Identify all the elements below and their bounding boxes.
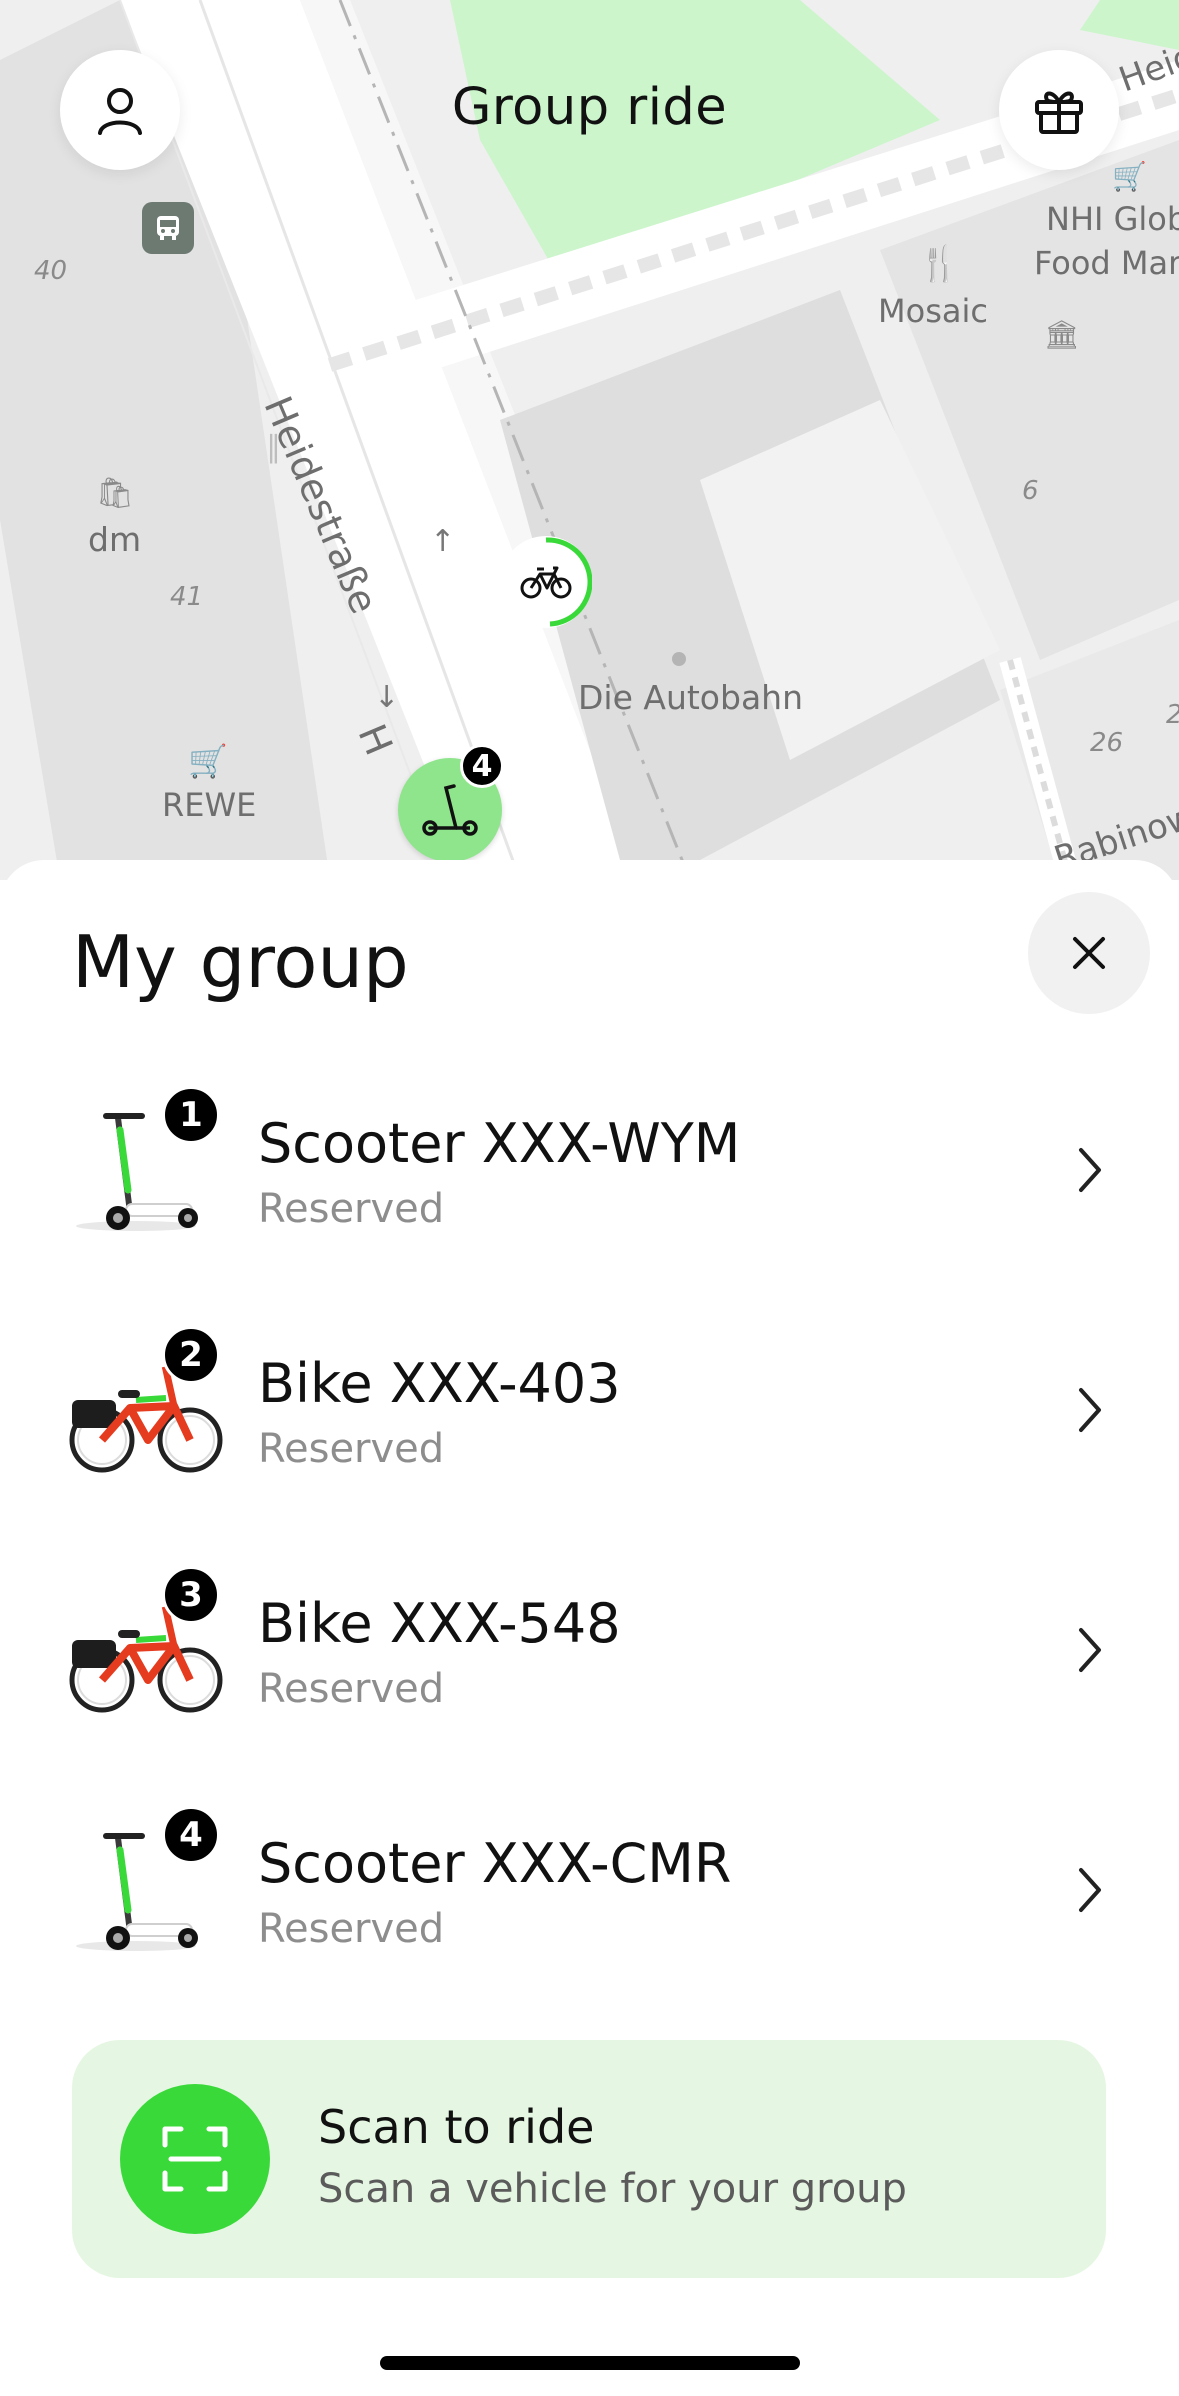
scan-button-circle <box>120 2084 270 2234</box>
scooter-icon <box>422 784 478 836</box>
bike-map-pin[interactable] <box>500 536 592 628</box>
vehicle-row[interactable]: 1 Scooter XXX-WYM Reserved <box>0 1072 1179 1272</box>
pin-count-badge: 4 <box>460 744 504 788</box>
poi-rewe-icon: 🛒 <box>188 742 228 780</box>
scan-subtitle: Scan a vehicle for your group <box>318 2166 907 2212</box>
house-number: 6 <box>1022 476 1039 506</box>
poi-nhi-icon: 🛒 <box>1112 160 1147 193</box>
chevron-right-icon <box>1079 1868 1101 1912</box>
chevron-right-icon <box>1079 1388 1101 1432</box>
profile-button[interactable] <box>60 50 180 170</box>
poi-label-mosaic[interactable]: Mosaic <box>878 292 988 330</box>
chevron-right-icon <box>1079 1148 1101 1192</box>
map-view[interactable]: Heidestraße H Heidt Rabinow 🛍 dm 🛒 REWE … <box>0 0 1179 880</box>
vehicle-row[interactable]: 4 Scooter XXX-CMR Reserved <box>0 1792 1179 1992</box>
poi-dot <box>672 652 686 666</box>
poi-label-autobahn[interactable]: Die Autobahn <box>578 678 803 717</box>
house-number: 40 <box>34 256 68 286</box>
house-number: 26 <box>1090 728 1124 758</box>
vehicle-row[interactable]: 3 Bike XXX-548 Reserved <box>0 1552 1179 1752</box>
vehicle-name: Bike XXX-548 <box>258 1592 621 1655</box>
poi-label-dm[interactable]: dm <box>88 520 141 559</box>
poi-dm-icon: 🛍 <box>96 476 135 511</box>
chevron-right-icon <box>1079 1628 1101 1672</box>
poi-label-nhi-2[interactable]: Food Mar <box>1034 244 1179 282</box>
arrow-up-icon: ↑ <box>430 524 456 559</box>
bus-stop-icon[interactable] <box>142 202 194 254</box>
close-icon <box>1073 937 1105 969</box>
house-number: 2 <box>1166 700 1179 730</box>
house-number: 41 <box>170 582 204 612</box>
poi-label-rewe[interactable]: REWE <box>162 786 256 824</box>
poi-label-nhi-1[interactable]: NHI Glob <box>1046 200 1179 238</box>
vehicle-status: Reserved <box>258 1666 445 1712</box>
vehicle-index-badge: 4 <box>162 1806 220 1864</box>
vehicle-index-badge: 1 <box>162 1086 220 1144</box>
vehicle-name: Bike XXX-403 <box>258 1352 621 1415</box>
scan-icon <box>162 2126 228 2192</box>
user-icon <box>98 88 142 135</box>
scan-title: Scan to ride <box>318 2100 595 2154</box>
close-button[interactable] <box>1028 892 1150 1014</box>
vehicle-name: Scooter XXX-CMR <box>258 1832 732 1895</box>
vehicle-name: Scooter XXX-WYM <box>258 1112 741 1175</box>
crosswalk-icon: ∥ <box>266 430 281 465</box>
scan-to-ride-button[interactable]: Scan to ride Scan a vehicle for your gro… <box>72 2040 1106 2278</box>
gift-icon <box>1035 91 1083 134</box>
sheet-title: My group <box>72 920 409 1004</box>
pin-progress-ring <box>545 537 592 627</box>
home-indicator[interactable] <box>380 2356 800 2370</box>
vehicle-status: Reserved <box>258 1186 445 1232</box>
group-sheet: My group 1 Scooter XXX-WYM Reserved 2 Bi… <box>0 860 1179 2396</box>
vehicle-status: Reserved <box>258 1426 445 1472</box>
poi-mosaic-icon: 🍴 <box>918 244 961 284</box>
gift-button[interactable] <box>999 50 1119 170</box>
vehicle-index-badge: 3 <box>162 1566 220 1624</box>
vehicle-row[interactable]: 2 Bike XXX-403 Reserved <box>0 1312 1179 1512</box>
arrow-down-icon: ↓ <box>374 680 400 715</box>
poi-museum-icon: 🏛 <box>1044 318 1080 351</box>
vehicle-index-badge: 2 <box>162 1326 220 1384</box>
vehicle-status: Reserved <box>258 1906 445 1952</box>
